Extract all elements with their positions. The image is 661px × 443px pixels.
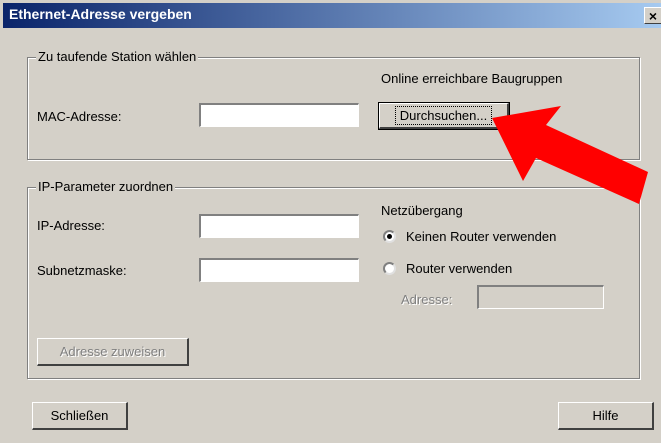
red-arrow-shape bbox=[492, 106, 648, 204]
red-arrow-icon bbox=[492, 106, 648, 204]
dialog-window: Ethernet-Adresse vergeben × Zu taufende … bbox=[0, 0, 661, 443]
